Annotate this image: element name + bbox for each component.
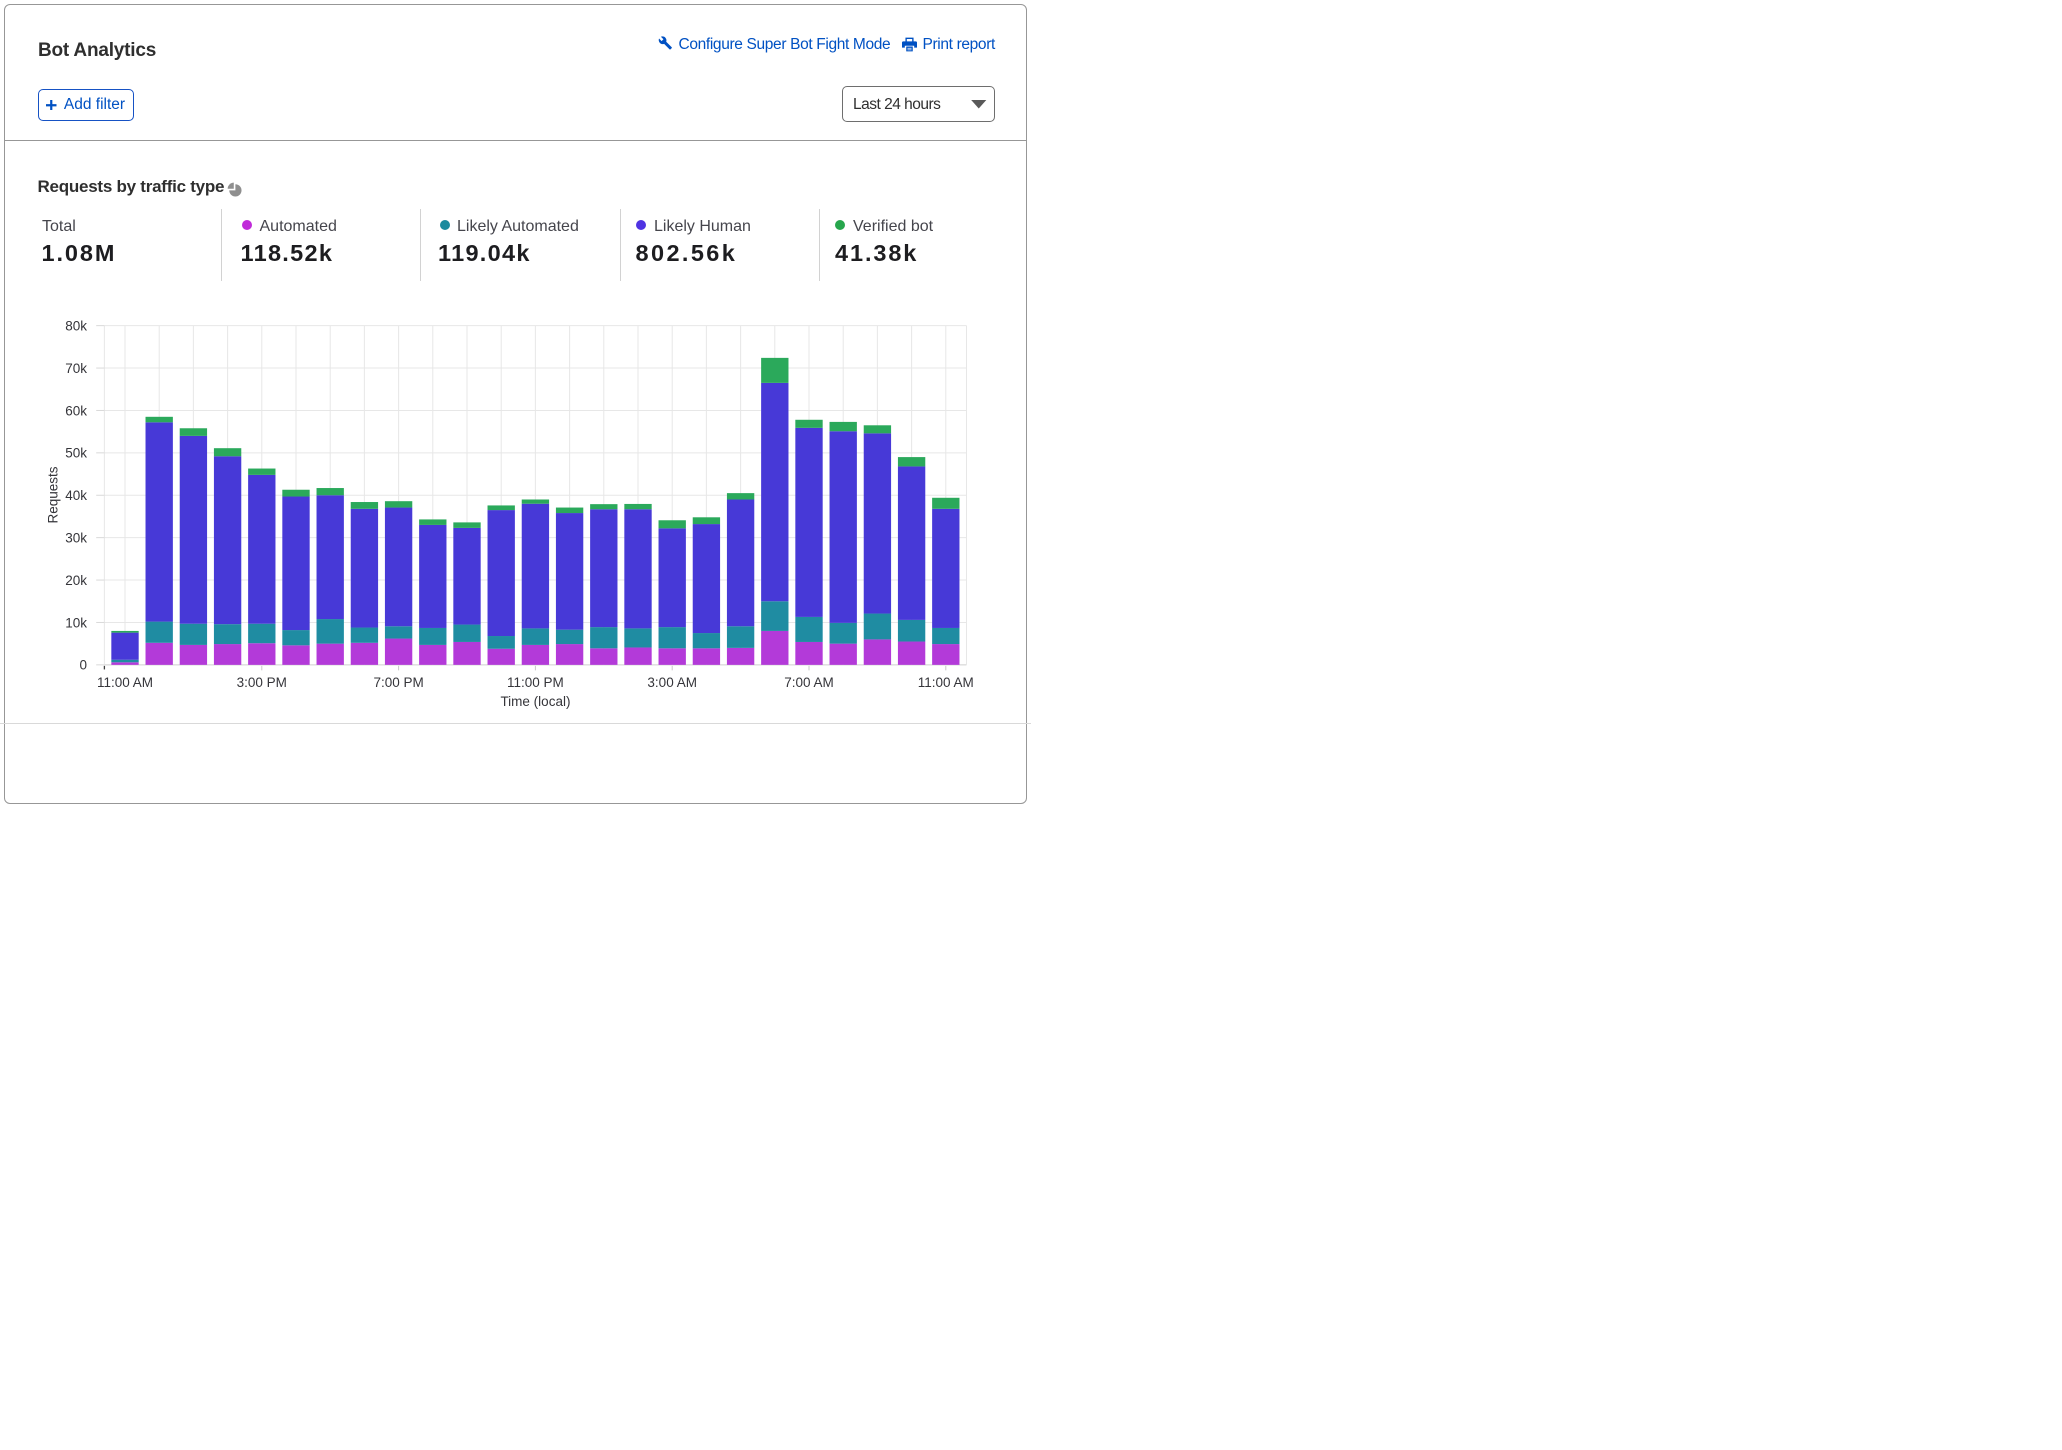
svg-text:40k: 40k: [65, 488, 87, 503]
svg-text:7:00 AM: 7:00 AM: [784, 675, 834, 690]
svg-text:70k: 70k: [65, 361, 87, 376]
svg-text:0: 0: [79, 658, 87, 673]
svg-text:Requests: Requests: [46, 466, 61, 523]
svg-text:20k: 20k: [65, 573, 87, 588]
svg-text:3:00 PM: 3:00 PM: [237, 675, 287, 690]
svg-text:11:00 AM: 11:00 AM: [97, 675, 153, 690]
svg-text:10k: 10k: [65, 615, 87, 630]
svg-text:3:00 AM: 3:00 AM: [647, 675, 697, 690]
svg-text:Time (local): Time (local): [500, 694, 570, 709]
svg-text:7:00 PM: 7:00 PM: [373, 675, 423, 690]
svg-text:60k: 60k: [65, 403, 87, 418]
svg-text:80k: 80k: [65, 318, 87, 333]
svg-text:11:00 AM: 11:00 AM: [918, 675, 974, 690]
svg-text:30k: 30k: [65, 530, 87, 545]
svg-text:11:00 PM: 11:00 PM: [507, 675, 564, 690]
svg-text:50k: 50k: [65, 446, 87, 461]
